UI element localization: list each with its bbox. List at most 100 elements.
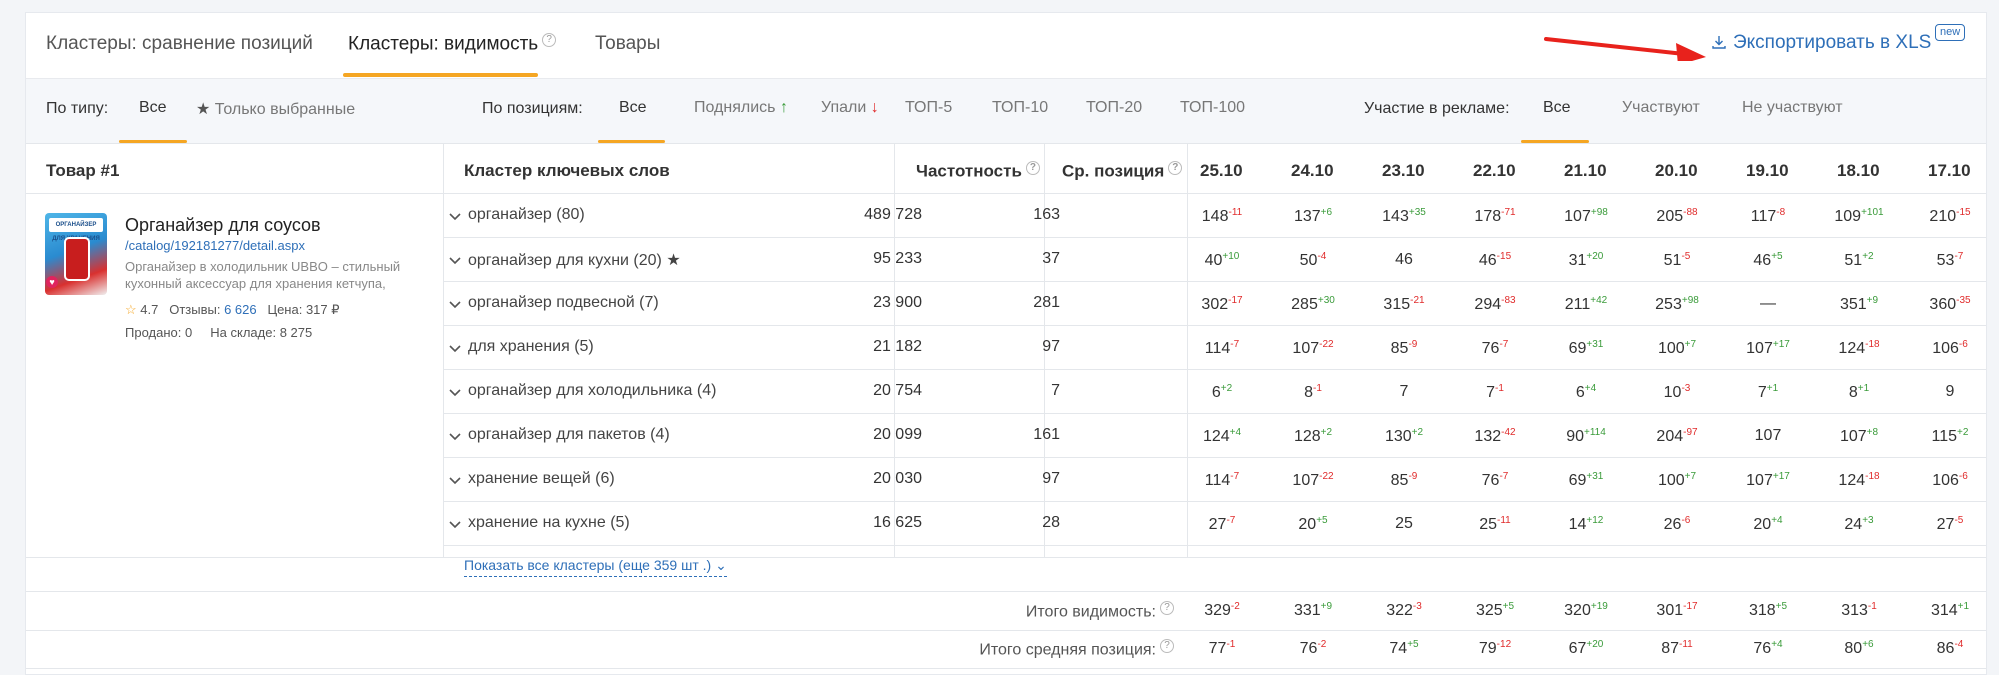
date-cell: 107-22 <box>1273 471 1353 490</box>
cell-delta: +98 <box>1681 295 1699 306</box>
cell-delta: -71 <box>1501 207 1516 218</box>
col-date[interactable]: 20.10 <box>1655 161 1698 181</box>
table-row[interactable]: органайзер подвесной (7) 23 900 281 302-17 2… <box>444 282 1986 326</box>
position-filter-top10[interactable]: ТОП-10 <box>992 99 1048 117</box>
chevron-down-icon[interactable] <box>448 473 462 492</box>
position-filter-top100[interactable]: ТОП-100 <box>1180 99 1245 117</box>
col-date[interactable]: 19.10 <box>1746 161 1789 181</box>
date-cell: 315-21 <box>1364 295 1444 314</box>
date-cell: 90+114 <box>1546 427 1626 446</box>
arrow-down-icon: ↓ <box>870 99 879 116</box>
table-row[interactable]: органайзер для кухни (20) ★ 95 233 37 40+10… <box>444 238 1986 282</box>
table-row[interactable]: органайзер для пакетов (4) 20 099 161 124+4… <box>444 414 1986 458</box>
date-cell: — <box>1728 295 1808 313</box>
chevron-down-icon[interactable] <box>448 385 462 404</box>
cell-value: 8 <box>1304 384 1313 401</box>
cluster-name: органайзер для кухни (20) ★ <box>468 252 681 269</box>
date-cell: 132-42 <box>1455 427 1535 446</box>
ads-filter-not-participating[interactable]: Не участвуют <box>1742 99 1843 117</box>
product-link[interactable]: /catalog/192181277/detail.aspx <box>125 238 305 253</box>
product-image[interactable]: ОРГАНАЙЗЕР ДЛЯ ХРАНЕНИЯ ♥ <box>45 213 107 295</box>
cell-value: 253 <box>1655 296 1682 313</box>
help-icon: ? <box>1160 639 1174 653</box>
divider <box>26 591 1986 592</box>
date-cell: 76-7 <box>1455 339 1535 358</box>
ads-filter-indicator <box>1521 140 1589 143</box>
cell-delta: -9 <box>1408 339 1418 350</box>
chevron-down-icon[interactable] <box>448 517 462 536</box>
cell-value: 210 <box>1929 208 1957 225</box>
cell-value: 124 <box>1202 428 1230 445</box>
show-all-clusters-link[interactable]: Показать все кластеры (еще 359 шт .) ⌄ <box>464 557 727 577</box>
col-date[interactable]: 24.10 <box>1291 161 1334 181</box>
totals-cell: 86-4 <box>1910 639 1986 658</box>
cell-value: 6 <box>1575 384 1585 401</box>
table-row[interactable]: органайзер для холодильника (4) 20 754 7 6+… <box>444 370 1986 414</box>
cell-delta: +19 <box>1590 601 1608 612</box>
cluster-name: органайзер для пакетов (4) <box>468 426 670 443</box>
cell-delta: -11 <box>1228 207 1243 218</box>
frequency-value: 21 182 <box>873 338 922 355</box>
cell-delta: -1 <box>1867 601 1877 612</box>
cell-value: 331 <box>1293 602 1321 619</box>
ads-filter-all[interactable]: Все <box>1543 99 1571 117</box>
col-avg-position[interactable]: Ср. позиция? <box>1062 161 1183 182</box>
position-filter-rose[interactable]: Поднялись ↑ <box>694 99 788 117</box>
cell-value: 137 <box>1293 208 1321 225</box>
chevron-down-icon[interactable] <box>448 429 462 448</box>
date-cell: 109+101 <box>1819 207 1899 226</box>
cell-value: 329 <box>1204 602 1231 619</box>
cluster-name: хранение вещей (6) <box>468 470 615 487</box>
date-cell: 46-15 <box>1455 251 1535 270</box>
red-arrow-annotation <box>1544 37 1706 61</box>
col-date[interactable]: 25.10 <box>1200 161 1243 181</box>
cell-value: 107 <box>1746 340 1773 357</box>
col-date[interactable]: 21.10 <box>1564 161 1607 181</box>
table-row[interactable]: для хранения (5) 21 182 97 114-7 107-22 85-9 7… <box>444 326 1986 370</box>
chevron-down-icon[interactable] <box>448 297 462 316</box>
cell-delta: +20 <box>1586 639 1604 650</box>
cell-delta: -1 <box>1313 383 1322 394</box>
chevron-down-icon[interactable] <box>448 253 462 272</box>
cell-delta: +17 <box>1772 339 1790 350</box>
cell-delta: -18 <box>1865 471 1880 482</box>
type-filter-all[interactable]: Все <box>139 99 167 117</box>
tab-products[interactable]: Товары <box>595 33 660 55</box>
cell-delta: +2 <box>1862 251 1874 262</box>
table-row[interactable]: хранение на кухне (5) 16 625 28 27-7 20+5 25 2… <box>444 502 1986 546</box>
col-date[interactable]: 23.10 <box>1382 161 1425 181</box>
totals-cell: 318+5 <box>1728 601 1808 620</box>
cell-value: 25 <box>1479 516 1498 533</box>
cell-value: 124 <box>1838 340 1866 357</box>
position-filter-all[interactable]: Все <box>619 99 647 117</box>
price-label: Цена: <box>267 302 303 317</box>
position-filter-top5[interactable]: ТОП-5 <box>905 99 952 117</box>
cell-value: 85 <box>1390 340 1409 357</box>
col-date[interactable]: 17.10 <box>1928 161 1971 181</box>
table-row[interactable]: органайзер (80) 489 728 163 148-11 137+6 143+… <box>444 194 1986 238</box>
cell-value: 51 <box>1663 252 1682 269</box>
table-row[interactable]: хранение вещей (6) 20 030 97 114-7 107-22 85-… <box>444 458 1986 502</box>
type-filter-selected[interactable]: ★ Только выбранные <box>196 99 355 119</box>
export-xls-button[interactable]: Экспортировать в XLS <box>1711 32 1931 54</box>
col-frequency[interactable]: Частотность? <box>916 161 1040 182</box>
arrow-up-icon: ↑ <box>779 99 788 116</box>
col-date[interactable]: 18.10 <box>1837 161 1880 181</box>
col-date[interactable]: 22.10 <box>1473 161 1516 181</box>
tab-clusters-visibility[interactable]: Кластеры: видимость? <box>348 33 557 55</box>
cell-delta: -6 <box>1681 515 1691 526</box>
chevron-down-icon[interactable] <box>448 209 462 228</box>
date-cell: 253+98 <box>1637 295 1717 314</box>
filter-bar: По типу: Все ★ Только выбранные По позиц… <box>26 79 1986 144</box>
col-cluster[interactable]: Кластер ключевых слов <box>464 161 670 181</box>
position-filter-fell[interactable]: Упали ↓ <box>821 99 879 117</box>
chevron-down-icon[interactable] <box>448 341 462 360</box>
cell-value: 107 <box>1839 428 1867 445</box>
date-cell: 124-18 <box>1819 339 1899 358</box>
reviews-count[interactable]: 6 626 <box>224 302 257 317</box>
position-filter-top20[interactable]: ТОП-20 <box>1086 99 1142 117</box>
type-filter-indicator <box>119 140 187 143</box>
cell-delta: +12 <box>1586 515 1604 526</box>
ads-filter-participating[interactable]: Участвуют <box>1622 99 1700 117</box>
tab-clusters-compare[interactable]: Кластеры: сравнение позиций <box>46 33 313 55</box>
